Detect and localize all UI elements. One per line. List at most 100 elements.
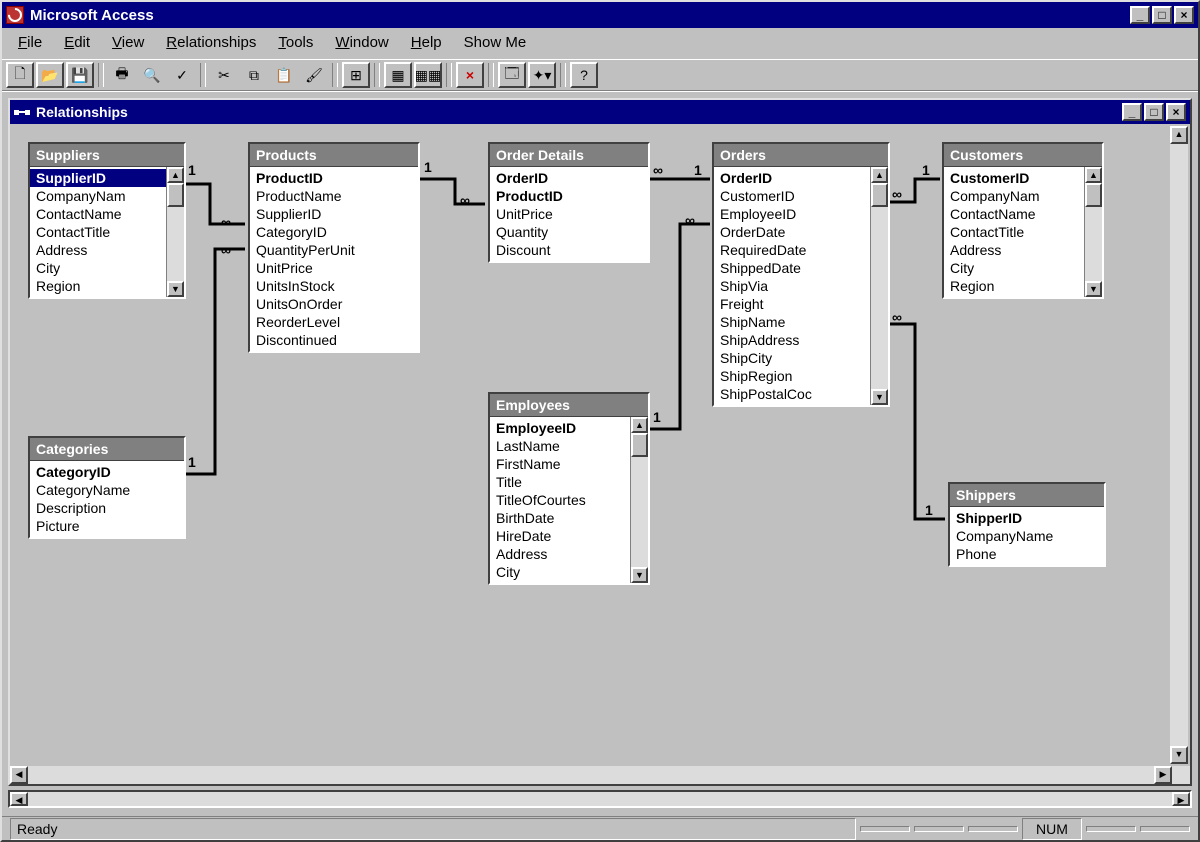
field-item[interactable]: EmployeeID — [490, 419, 630, 437]
menu-edit[interactable]: Edit — [56, 32, 98, 53]
field-item[interactable]: ContactName — [30, 205, 166, 223]
field-item[interactable]: ShipName — [714, 313, 870, 331]
scroll-thumb[interactable] — [167, 183, 184, 207]
field-item[interactable]: Region — [944, 277, 1084, 295]
field-item[interactable]: Discontinued — [250, 331, 418, 349]
table-title[interactable]: Shippers — [950, 484, 1104, 507]
field-item[interactable]: Description — [30, 499, 184, 517]
outer-hscroll[interactable]: ◀ ▶ — [8, 790, 1192, 808]
scroll-track[interactable] — [28, 766, 1154, 784]
field-item[interactable]: Title — [490, 473, 630, 491]
table-title[interactable]: Order Details — [490, 144, 648, 167]
menu-showme[interactable]: Show Me — [456, 32, 535, 53]
table-title[interactable]: Products — [250, 144, 418, 167]
preview-icon[interactable]: 🔍 — [138, 62, 166, 88]
field-item[interactable]: OrderID — [714, 169, 870, 187]
field-item[interactable]: QuantityPerUnit — [250, 241, 418, 259]
field-item[interactable]: CompanyName — [950, 527, 1104, 545]
menu-view[interactable]: View — [104, 32, 152, 53]
field-item[interactable]: ContactName — [944, 205, 1084, 223]
table-scrollbar[interactable]: ▲▼ — [1084, 167, 1102, 297]
scroll-thumb[interactable] — [1085, 183, 1102, 207]
field-item[interactable]: SupplierID — [30, 169, 166, 187]
maximize-button[interactable]: □ — [1152, 6, 1172, 24]
show-table-icon[interactable]: ⊞ — [342, 62, 370, 88]
new-icon[interactable]: 🗋 — [6, 62, 34, 88]
menu-tools[interactable]: Tools — [270, 32, 321, 53]
table-categories[interactable]: CategoriesCategoryIDCategoryNameDescript… — [28, 436, 186, 539]
field-item[interactable]: CategoryID — [250, 223, 418, 241]
scroll-down-icon[interactable]: ▼ — [871, 389, 888, 405]
field-item[interactable]: RequiredDate — [714, 241, 870, 259]
field-item[interactable]: Address — [30, 241, 166, 259]
table-products[interactable]: ProductsProductIDProductNameSupplierIDCa… — [248, 142, 420, 353]
table-title[interactable]: Employees — [490, 394, 648, 417]
field-item[interactable]: UnitsOnOrder — [250, 295, 418, 313]
show-direct-icon[interactable]: ▦ — [384, 62, 412, 88]
field-list[interactable]: ProductIDProductNameSupplierIDCategoryID… — [250, 167, 418, 351]
paste-icon[interactable]: 📋 — [270, 62, 298, 88]
field-item[interactable]: ShipperID — [950, 509, 1104, 527]
scroll-up-icon[interactable]: ▲ — [631, 417, 648, 433]
field-item[interactable]: EmployeeID — [714, 205, 870, 223]
field-item[interactable]: ShippedDate — [714, 259, 870, 277]
field-item[interactable]: Region — [30, 277, 166, 295]
minimize-button[interactable]: _ — [1130, 6, 1150, 24]
field-item[interactable]: Freight — [714, 295, 870, 313]
field-item[interactable]: Address — [490, 545, 630, 563]
field-list[interactable]: SupplierIDCompanyNamContactNameContactTi… — [30, 167, 166, 297]
field-item[interactable]: OrderID — [490, 169, 648, 187]
field-item[interactable]: CustomerID — [944, 169, 1084, 187]
child-maximize-button[interactable]: □ — [1144, 103, 1164, 121]
field-list[interactable]: CustomerIDCompanyNamContactNameContactTi… — [944, 167, 1084, 297]
menu-relationships[interactable]: Relationships — [158, 32, 264, 53]
help-icon[interactable]: ? — [570, 62, 598, 88]
field-item[interactable]: Address — [944, 241, 1084, 259]
field-item[interactable]: City — [944, 259, 1084, 277]
field-item[interactable]: ProductID — [250, 169, 418, 187]
scroll-left-icon[interactable]: ◀ — [10, 792, 28, 806]
menu-help[interactable]: Help — [403, 32, 450, 53]
field-item[interactable]: ContactTitle — [944, 223, 1084, 241]
field-item[interactable]: Phone — [950, 545, 1104, 563]
field-item[interactable]: Quantity — [490, 223, 648, 241]
field-item[interactable]: SupplierID — [250, 205, 418, 223]
field-item[interactable]: ShipVia — [714, 277, 870, 295]
format-painter-icon[interactable]: 🖌 — [300, 62, 328, 88]
field-item[interactable]: TitleOfCourtes — [490, 491, 630, 509]
table-title[interactable]: Customers — [944, 144, 1102, 167]
field-list[interactable]: ShipperIDCompanyNamePhone — [950, 507, 1104, 565]
table-scrollbar[interactable]: ▲▼ — [630, 417, 648, 583]
scroll-right-icon[interactable]: ▶ — [1172, 792, 1190, 806]
spell-icon[interactable]: ✓ — [168, 62, 196, 88]
field-item[interactable]: HireDate — [490, 527, 630, 545]
scroll-down-icon[interactable]: ▼ — [631, 567, 648, 583]
field-item[interactable]: UnitPrice — [250, 259, 418, 277]
field-item[interactable]: ProductName — [250, 187, 418, 205]
child-titlebar[interactable]: Relationships _ □ × — [10, 100, 1190, 124]
print-icon[interactable]: 🖶 — [108, 62, 136, 88]
table-suppliers[interactable]: SuppliersSupplierIDCompanyNamContactName… — [28, 142, 186, 299]
scroll-thumb[interactable] — [871, 183, 888, 207]
field-item[interactable]: OrderDate — [714, 223, 870, 241]
table-scrollbar[interactable]: ▲▼ — [166, 167, 184, 297]
field-item[interactable]: UnitsInStock — [250, 277, 418, 295]
field-item[interactable]: UnitPrice — [490, 205, 648, 223]
field-item[interactable]: Discount — [490, 241, 648, 259]
close-button[interactable]: × — [1174, 6, 1194, 24]
menu-window[interactable]: Window — [327, 32, 396, 53]
field-item[interactable]: CategoryID — [30, 463, 184, 481]
scroll-track[interactable] — [1170, 144, 1188, 746]
scroll-track[interactable] — [167, 183, 184, 281]
field-item[interactable]: CompanyNam — [944, 187, 1084, 205]
field-list[interactable]: OrderIDProductIDUnitPriceQuantityDiscoun… — [490, 167, 648, 261]
scroll-up-icon[interactable]: ▲ — [1170, 126, 1188, 144]
scroll-up-icon[interactable]: ▲ — [167, 167, 184, 183]
field-item[interactable]: LastName — [490, 437, 630, 455]
field-item[interactable]: ReorderLevel — [250, 313, 418, 331]
field-item[interactable]: City — [490, 563, 630, 581]
child-minimize-button[interactable]: _ — [1122, 103, 1142, 121]
table-customers[interactable]: CustomersCustomerIDCompanyNamContactName… — [942, 142, 1104, 299]
field-item[interactable]: ShipCity — [714, 349, 870, 367]
titlebar[interactable]: Microsoft Access _ □ × — [2, 2, 1198, 28]
